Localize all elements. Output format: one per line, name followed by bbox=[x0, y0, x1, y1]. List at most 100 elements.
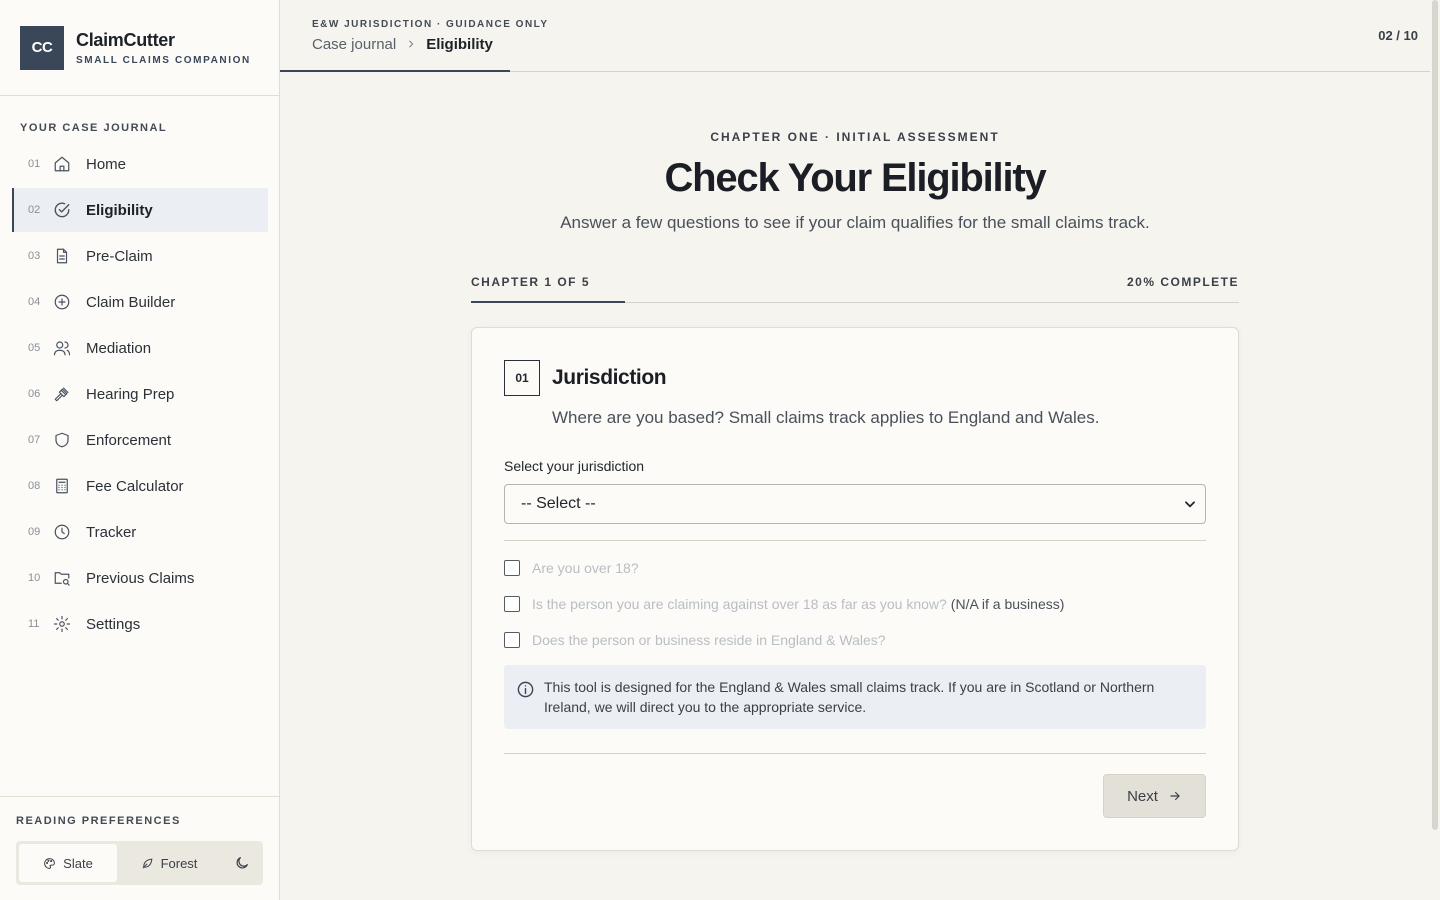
nav-number: 08 bbox=[28, 480, 41, 492]
check-note: (N/A if a business) bbox=[950, 596, 1065, 612]
sidebar-item-label: Hearing Prep bbox=[86, 385, 175, 403]
theme-slate-button[interactable]: Slate bbox=[19, 844, 117, 882]
leaf-icon bbox=[142, 858, 152, 868]
brand: CC ClaimCutter SMALL CLAIMS COMPANION bbox=[0, 0, 279, 96]
theme-switcher: Slate Forest bbox=[16, 841, 263, 885]
check-over-18: Are you over 18? bbox=[504, 560, 639, 576]
nav-number: 06 bbox=[28, 388, 41, 400]
nav-number: 03 bbox=[28, 250, 41, 262]
check-label: Does the person or business reside in En… bbox=[532, 632, 886, 648]
theme-slate-label: Slate bbox=[63, 855, 93, 871]
sidebar-item-settings[interactable]: 11 Settings bbox=[12, 602, 268, 646]
sidebar-item-label: Enforcement bbox=[86, 431, 172, 449]
info-text: This tool is designed for the England & … bbox=[544, 679, 1155, 715]
nav-number: 05 bbox=[28, 342, 41, 354]
nav-number: 10 bbox=[28, 572, 41, 584]
sidebar-item-label: Pre-Claim bbox=[86, 247, 153, 265]
shield-icon bbox=[52, 430, 72, 450]
divider bbox=[504, 540, 1206, 541]
page-counter: 02 / 10 bbox=[1378, 28, 1418, 43]
check-resides-ew: Does the person or business reside in En… bbox=[504, 632, 886, 648]
topbar-underline bbox=[280, 70, 510, 72]
check-defendant-over-18: Is the person you are claiming against o… bbox=[504, 596, 1064, 612]
brand-tagline: SMALL CLAIMS COMPANION bbox=[76, 54, 251, 66]
nav-number: 01 bbox=[28, 158, 41, 170]
progress-percent: 20% COMPLETE bbox=[1126, 275, 1239, 289]
nav-number: 11 bbox=[28, 618, 40, 630]
gavel-icon bbox=[52, 384, 72, 404]
nav-number: 07 bbox=[28, 434, 41, 446]
breadcrumb: Case journal Eligibility bbox=[312, 36, 493, 53]
nav-title: YOUR CASE JOURNAL bbox=[20, 122, 168, 134]
theme-forest-button[interactable]: Forest bbox=[117, 844, 221, 882]
jurisdiction-eyebrow: E&W JURISDICTION · GUIDANCE ONLY bbox=[312, 19, 549, 30]
sidebar-item-label: Tracker bbox=[86, 523, 137, 541]
next-button[interactable]: Next bbox=[1103, 774, 1206, 818]
prefs-title: READING PREFERENCES bbox=[16, 815, 181, 827]
breadcrumb-current: Eligibility bbox=[426, 36, 493, 53]
info-icon bbox=[517, 681, 534, 698]
nav-number: 04 bbox=[28, 296, 41, 308]
divider bbox=[504, 753, 1206, 754]
sidebar-item-fee-calculator[interactable]: 08 Fee Calculator bbox=[12, 464, 268, 508]
chapter-eyebrow: CHAPTER ONE · INITIAL ASSESSMENT bbox=[710, 130, 1000, 144]
sidebar-item-previous-claims[interactable]: 10 Previous Claims bbox=[12, 556, 268, 600]
breadcrumb-parent[interactable]: Case journal bbox=[312, 36, 396, 53]
eligibility-card: 01 Jurisdiction Where are you based? Sma… bbox=[471, 327, 1239, 851]
check-label: Is the person you are claiming against o… bbox=[532, 596, 947, 612]
chapter-progress: CHAPTER 1 OF 5 20% COMPLETE bbox=[471, 272, 1239, 303]
sidebar-item-label: Claim Builder bbox=[86, 293, 176, 311]
page-title: Check Your Eligibility bbox=[664, 156, 1046, 200]
sidebar-item-pre-claim[interactable]: 03 Pre-Claim bbox=[12, 234, 268, 278]
moon-icon bbox=[236, 857, 248, 869]
sidebar-item-label: Fee Calculator bbox=[86, 477, 184, 495]
chevron-right-icon bbox=[406, 37, 416, 52]
sidebar-item-label: Mediation bbox=[86, 339, 152, 357]
sidebar-item-enforcement[interactable]: 07 Enforcement bbox=[12, 418, 268, 462]
document-icon bbox=[52, 246, 72, 266]
check-circle-icon bbox=[52, 200, 72, 220]
sidebar-nav: 01 Home 02 Eligibility 03 Pre-Claim 04 C… bbox=[12, 142, 268, 648]
progress-bar-fill bbox=[471, 301, 625, 303]
step-description: Where are you based? Small claims track … bbox=[552, 408, 1100, 427]
select-value: -- Select -- bbox=[521, 495, 596, 512]
sidebar-item-home[interactable]: 01 Home bbox=[12, 142, 268, 186]
step-number-badge: 01 bbox=[504, 360, 540, 396]
jurisdiction-label: Select your jurisdiction bbox=[504, 458, 645, 474]
checkbox[interactable] bbox=[504, 560, 520, 576]
sidebar-item-mediation[interactable]: 05 Mediation bbox=[12, 326, 268, 370]
scrollbar[interactable] bbox=[1432, 0, 1438, 830]
sidebar-item-label: Home bbox=[86, 155, 127, 173]
chapter-label: CHAPTER 1 OF 5 bbox=[471, 275, 591, 289]
sidebar-item-label: Eligibility bbox=[86, 201, 153, 219]
checkbox[interactable] bbox=[504, 596, 520, 612]
reading-preferences: READING PREFERENCES Slate Forest bbox=[0, 796, 279, 900]
sidebar-item-eligibility[interactable]: 02 Eligibility bbox=[12, 188, 268, 232]
gear-icon bbox=[52, 614, 72, 634]
folder-search-icon bbox=[52, 568, 72, 588]
home-icon bbox=[52, 154, 72, 174]
brand-name: ClaimCutter bbox=[76, 29, 175, 50]
checkbox[interactable] bbox=[504, 632, 520, 648]
users-icon bbox=[52, 338, 72, 358]
info-callout: This tool is designed for the England & … bbox=[504, 665, 1206, 729]
page-subtitle: Answer a few questions to see if your cl… bbox=[560, 213, 1150, 232]
sidebar-item-label: Settings bbox=[86, 615, 141, 633]
sidebar-item-claim-builder[interactable]: 04 Claim Builder bbox=[12, 280, 268, 324]
nav-number: 09 bbox=[28, 526, 41, 538]
chevron-down-icon bbox=[1185, 501, 1195, 508]
sidebar: CC ClaimCutter SMALL CLAIMS COMPANION YO… bbox=[0, 0, 280, 900]
sidebar-item-tracker[interactable]: 09 Tracker bbox=[12, 510, 268, 554]
jurisdiction-select[interactable]: -- Select -- bbox=[504, 484, 1206, 524]
sidebar-item-hearing-prep[interactable]: 06 Hearing Prep bbox=[12, 372, 268, 416]
step-title: Jurisdiction bbox=[552, 366, 667, 389]
top-bar: E&W JURISDICTION · GUIDANCE ONLY Case jo… bbox=[280, 0, 1430, 72]
nav-number: 02 bbox=[28, 204, 41, 216]
next-label: Next bbox=[1127, 787, 1158, 805]
dark-mode-button[interactable] bbox=[224, 844, 260, 882]
calculator-icon bbox=[52, 476, 72, 496]
check-label: Are you over 18? bbox=[532, 560, 639, 576]
theme-forest-label: Forest bbox=[160, 855, 198, 871]
page-hero: CHAPTER ONE · INITIAL ASSESSMENT Check Y… bbox=[471, 130, 1239, 233]
brand-logo[interactable]: CC bbox=[20, 25, 64, 70]
